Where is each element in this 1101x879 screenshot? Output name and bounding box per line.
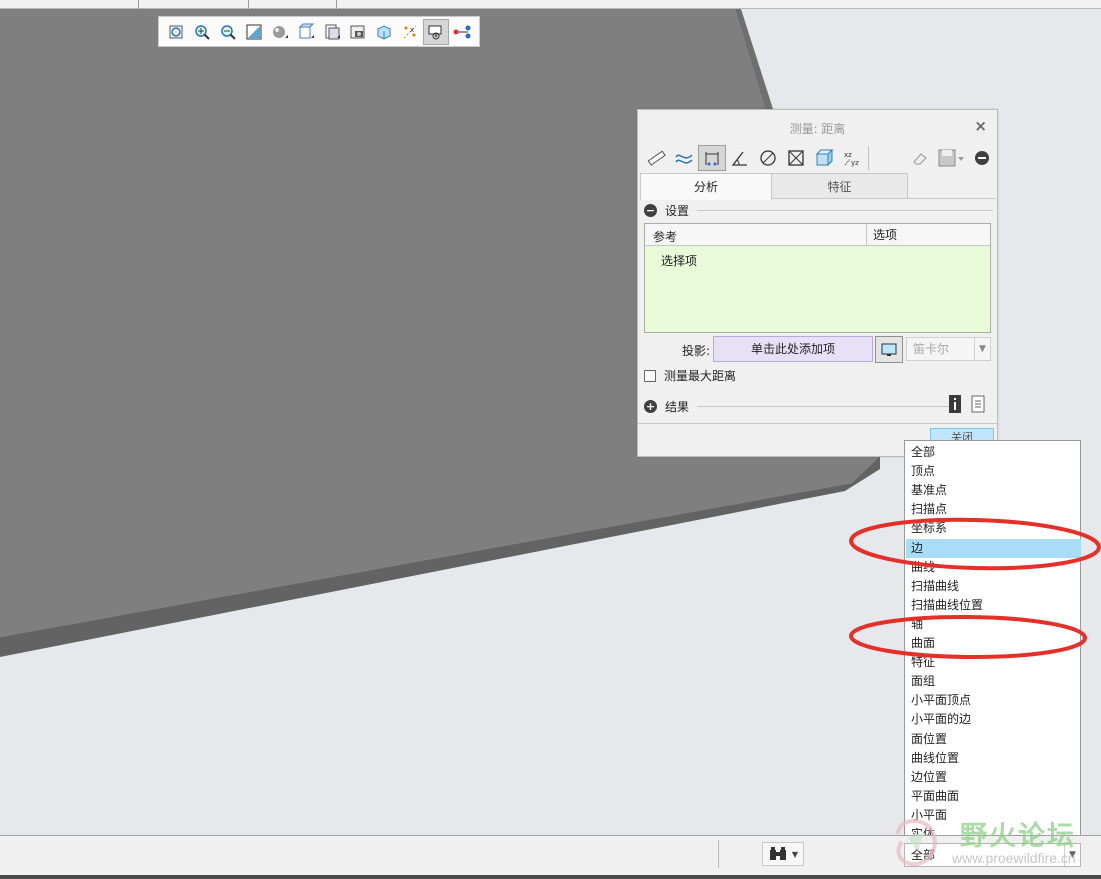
length-icon[interactable] — [642, 145, 670, 171]
tab-feature[interactable]: 特征 — [772, 173, 908, 199]
max-distance-option[interactable]: 测量最大距离 — [644, 367, 736, 384]
filter-option[interactable]: 全部 — [906, 443, 1081, 462]
select-items-prompt: 选择项 — [661, 254, 698, 268]
settings-label: 设置 — [665, 203, 690, 218]
chevron-down-icon: ▼ — [974, 338, 990, 360]
filter-option[interactable]: 坐标系 — [906, 519, 1081, 538]
distance-icon[interactable] — [698, 145, 726, 171]
collapse-section-icon[interactable]: − — [644, 203, 657, 217]
section-view-icon[interactable] — [371, 19, 397, 45]
spin-center-icon[interactable] — [423, 18, 449, 45]
report-icon[interactable] — [970, 394, 986, 414]
watermark-url: www.proewildfire.cn — [952, 850, 1076, 866]
view-plane-icon[interactable] — [875, 336, 903, 363]
filter-option[interactable]: 特征 — [906, 653, 1081, 672]
display-style-icon[interactable] — [267, 19, 293, 45]
measure-toolbar: xz yz — [642, 144, 996, 172]
watermark-title: 野火论坛 — [960, 821, 1076, 852]
options-column-header: 选项 — [866, 224, 897, 246]
ribbon-tab-strip — [0, 0, 1101, 9]
toolbar-separator — [868, 146, 869, 170]
results-section-header[interactable]: + 结果 — [644, 398, 993, 414]
filter-option[interactable]: 小平面顶点 — [906, 691, 1081, 710]
filter-option[interactable]: 面组 — [906, 672, 1081, 691]
svg-text:yz: yz — [851, 159, 859, 167]
projection-collector[interactable]: 单击此处添加项 — [713, 336, 873, 362]
reference-table-header: 参考 选项 — [645, 224, 990, 246]
filter-option[interactable]: 扫描曲线位置 — [906, 596, 1081, 615]
perspective-view-icon[interactable] — [345, 19, 371, 45]
filter-option[interactable]: 轴 — [906, 615, 1081, 634]
filter-option[interactable]: 面位置 — [906, 730, 1081, 749]
filter-option[interactable]: 曲面 — [906, 634, 1081, 653]
filter-option[interactable]: 曲线位置 — [906, 749, 1081, 768]
max-distance-checkbox[interactable] — [644, 369, 656, 382]
filter-option[interactable]: 边 — [906, 538, 1081, 558]
section-divider — [697, 405, 949, 407]
dialog-tabs: 分析 特征 — [640, 173, 996, 200]
view-manager-icon[interactable] — [319, 19, 345, 45]
curve-length-icon[interactable] — [670, 145, 698, 171]
zoom-out-icon[interactable] — [215, 19, 241, 45]
results-tools — [948, 394, 986, 414]
view-toolbar: x — [158, 16, 480, 47]
eraser-icon[interactable] — [906, 145, 934, 171]
area-icon[interactable] — [782, 145, 810, 171]
reference-column-header: 参考 — [653, 230, 678, 244]
saved-orientations-icon[interactable] — [293, 19, 319, 45]
section-divider — [697, 209, 993, 211]
volume-icon[interactable] — [810, 145, 838, 171]
datum-display-icon[interactable]: x — [397, 19, 423, 45]
filter-option[interactable]: 扫描点 — [906, 500, 1081, 519]
angle-icon[interactable] — [726, 145, 754, 171]
binoculars-icon — [769, 847, 786, 860]
close-icon[interactable]: × — [974, 117, 987, 135]
zoom-in-icon[interactable] — [189, 19, 215, 45]
refit-icon[interactable] — [163, 19, 189, 45]
filter-option[interactable]: 顶点 — [906, 462, 1081, 481]
annotation-display-icon[interactable] — [449, 19, 475, 45]
coordinate-system-value: 笛卡尔 — [913, 342, 950, 356]
transform-icon[interactable]: xz yz — [838, 145, 866, 171]
diameter-icon[interactable] — [754, 145, 782, 171]
status-divider — [718, 840, 719, 868]
coordinate-system-select[interactable]: 笛卡尔 ▼ — [906, 337, 991, 361]
selection-filter-list[interactable]: 全部 顶点 基准点 扫描点 坐标系边曲线 扫描曲线 扫描曲线位置轴曲面 特征 面组 小平面顶点 小平… — [904, 440, 1081, 864]
svg-text:x: x — [410, 26, 414, 34]
dialog-title-bar[interactable]: 测量: 距离 × — [638, 110, 997, 144]
reference-collector[interactable]: 参考 选项 选择项 — [644, 223, 991, 333]
filter-option[interactable]: 扫描曲线 — [906, 577, 1081, 596]
filter-option[interactable]: 基准点 — [906, 481, 1081, 500]
filter-option[interactable]: 曲线 — [906, 558, 1081, 577]
settings-section-header[interactable]: − 设置 — [644, 202, 993, 218]
svg-text:xz: xz — [844, 151, 852, 159]
repaint-icon[interactable] — [241, 19, 267, 45]
save-icon[interactable] — [934, 145, 968, 171]
results-label: 结果 — [665, 399, 690, 414]
projection-label: 投影: — [682, 344, 711, 358]
measure-dialog: 测量: 距离 × xz yz 分析 特征 − 设置 参考 选项 选择项 投影: … — [637, 109, 998, 457]
tab-analysis[interactable]: 分析 — [640, 173, 772, 200]
dialog-title: 测量: 距离 — [789, 122, 846, 136]
filter-option[interactable]: 平面曲面 — [906, 787, 1081, 806]
chevron-down-icon: ▼ — [791, 849, 799, 859]
max-distance-label: 测量最大距离 — [664, 369, 737, 383]
collapse-icon[interactable] — [968, 145, 996, 171]
dialog-footer-divider — [638, 423, 997, 424]
expand-section-icon[interactable]: + — [644, 399, 657, 413]
find-button[interactable]: ▼ — [762, 842, 804, 866]
info-icon[interactable] — [948, 394, 962, 414]
filter-option[interactable]: 边位置 — [906, 768, 1081, 787]
watermark: 野火论坛 www.proewildfire.cn — [888, 812, 1093, 872]
filter-option[interactable]: 小平面的边 — [906, 710, 1081, 729]
window-bottom-border — [0, 875, 1101, 879]
forum-logo-icon — [896, 818, 937, 867]
